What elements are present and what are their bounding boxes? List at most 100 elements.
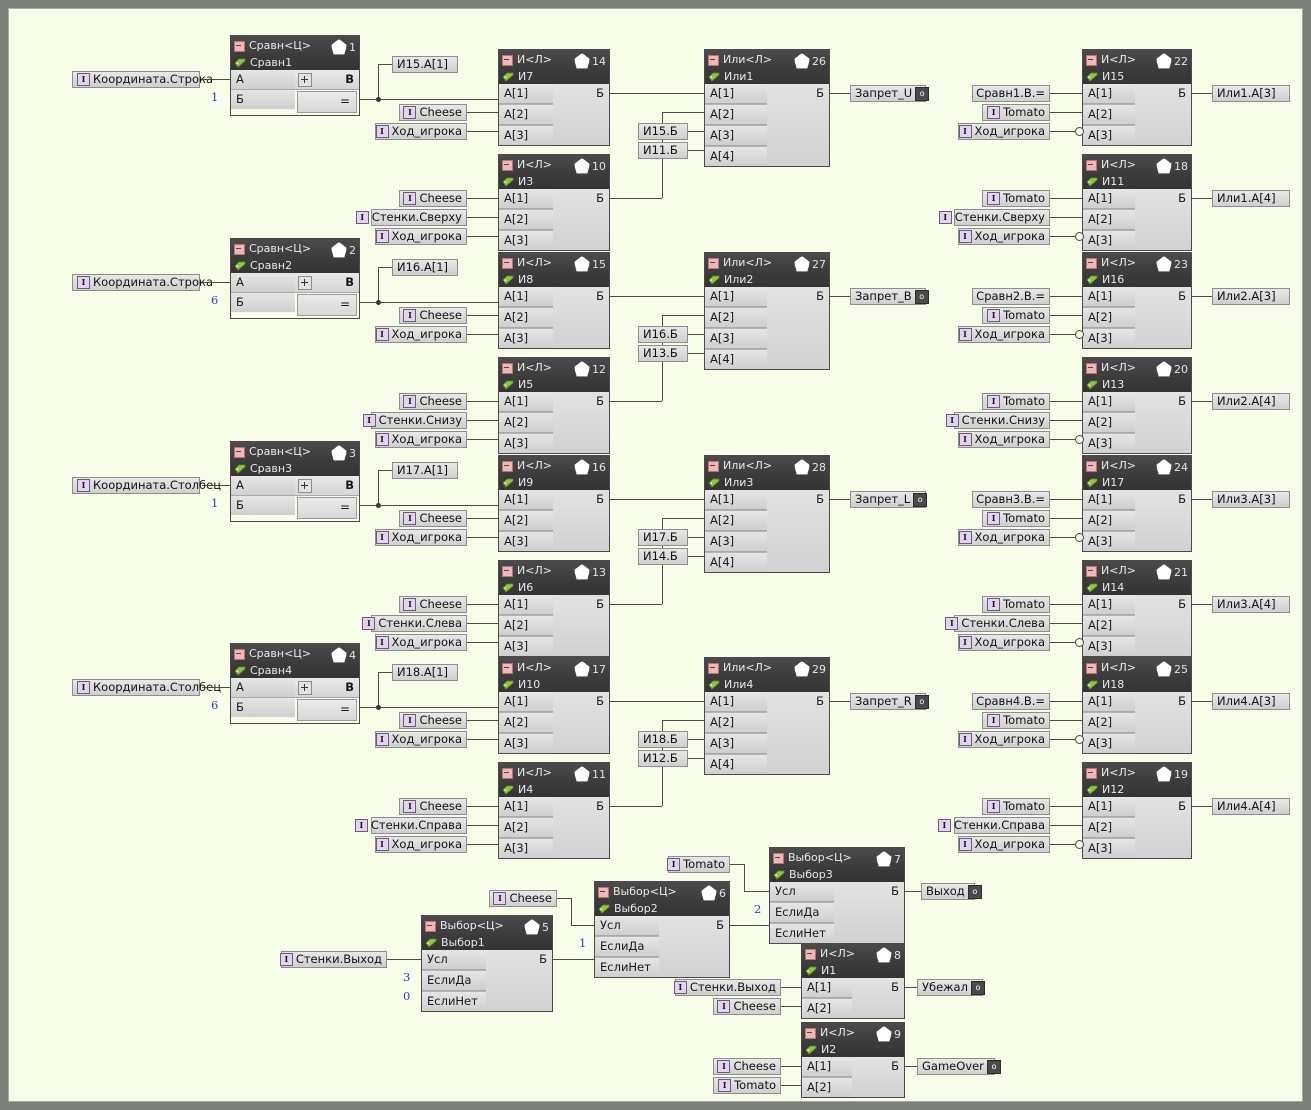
input-pin[interactable]: А[2]: [499, 307, 553, 328]
reference-label[interactable]: И12.Б: [638, 750, 688, 767]
input-pin[interactable]: А[1]: [1083, 189, 1135, 209]
constant-value[interactable]: 6: [211, 698, 218, 712]
logic-block-Или1[interactable]: Или<Л> Или1 26 А[1] А[2] А[3] А[4] Б: [704, 49, 830, 167]
comparator-output-b[interactable]: В: [345, 476, 354, 495]
comparator-block-Сравн4[interactable]: Сравн<Ц> Сравн4 4 А Б В =: [230, 643, 360, 724]
input-signal-Tomato[interactable]: I Tomato: [667, 856, 730, 873]
input-pin[interactable]: ЕслиДа: [422, 970, 486, 991]
input-pin[interactable]: А[1]: [1083, 84, 1135, 104]
input-signal-Cheese[interactable]: I Cheese: [399, 393, 467, 410]
reference-label[interactable]: Сравн3.В.=: [972, 491, 1050, 508]
constant-value[interactable]: 1: [211, 496, 218, 510]
input-signal-Tomato[interactable]: I Tomato: [982, 798, 1050, 815]
output-pin[interactable]: Б: [553, 287, 609, 306]
input-signal-Tomato[interactable]: I Tomato: [982, 712, 1050, 729]
input-pin[interactable]: А[1]: [705, 692, 767, 712]
output-pin[interactable]: Б: [553, 797, 609, 816]
input-pin[interactable]: ЕслиНет: [422, 991, 486, 1011]
block-header[interactable]: Или<Л> Или2 27: [705, 253, 829, 287]
comparator-input-a[interactable]: А: [231, 678, 295, 698]
input-signal-Координата.Столбец[interactable]: I Координата.Столбец: [72, 679, 221, 696]
output-signal-Запрет_B[interactable]: Запрет_B o: [850, 288, 929, 305]
input-pin[interactable]: А[2]: [802, 1077, 852, 1097]
input-pin[interactable]: А[3]: [499, 125, 553, 145]
input-pin[interactable]: А[1]: [499, 595, 553, 615]
input-pin[interactable]: А[2]: [1083, 209, 1135, 230]
input-signal-Ход_игрока[interactable]: I Ход_игрока: [375, 836, 467, 853]
output-signal-GameOver[interactable]: GameOver o: [917, 1058, 1001, 1075]
input-signal-Ход_игрока[interactable]: I Ход_игрока: [375, 529, 467, 546]
logic-block-Выбор2[interactable]: Выбор<Ц> Выбор2 6 Усл ЕслиДа ЕслиНет Б: [594, 881, 730, 978]
logic-block-И7[interactable]: И<Л> И7 14 А[1] А[2] А[3] Б: [498, 49, 610, 146]
reference-label[interactable]: Сравн1.В.=: [972, 85, 1050, 102]
input-signal-Стенки.Снизу[interactable]: I Стенки.Снизу: [945, 412, 1050, 429]
input-pin[interactable]: А[1]: [499, 392, 553, 412]
input-pin[interactable]: А[1]: [802, 1057, 852, 1077]
input-pin[interactable]: А[2]: [499, 615, 553, 636]
block-header[interactable]: Сравн<Ц> Сравн2 2: [231, 239, 359, 273]
input-signal-Cheese[interactable]: I Cheese: [399, 510, 467, 527]
collapse-minus-icon[interactable]: [1086, 54, 1097, 66]
comparator-block-Сравн3[interactable]: Сравн<Ц> Сравн3 3 А Б В =: [230, 441, 360, 522]
comparator-block-Сравн1[interactable]: Сравн<Ц> Сравн1 1 А Б В =: [230, 35, 360, 116]
logic-block-И16[interactable]: И<Л> И16 23 А[1] А[2] А[3] Б: [1082, 252, 1192, 349]
input-pin[interactable]: А[2]: [1083, 615, 1135, 636]
input-pin[interactable]: А[3]: [499, 328, 553, 348]
logic-block-Или4[interactable]: Или<Л> Или4 29 А[1] А[2] А[3] А[4] Б: [704, 657, 830, 775]
input-signal-Стенки.Снизу[interactable]: I Стенки.Снизу: [362, 412, 467, 429]
reference-label[interactable]: И16.А[1]: [392, 259, 458, 276]
block-header[interactable]: И<Л> И10 17: [499, 658, 609, 692]
input-signal-Координата.Строка[interactable]: I Координата.Строка: [72, 71, 213, 88]
block-header[interactable]: И<Л> И17 24: [1083, 456, 1191, 490]
input-signal-Ход_игрока[interactable]: I Ход_игрока: [958, 731, 1050, 748]
input-signal-Tomato[interactable]: I Tomato: [982, 190, 1050, 207]
output-pin[interactable]: Б: [1135, 490, 1191, 509]
input-signal-Ход_игрока[interactable]: I Ход_игрока: [958, 123, 1050, 140]
comparator-input-b[interactable]: Б: [231, 293, 295, 312]
input-signal-Стенки.Слева[interactable]: I Стенки.Слева: [945, 615, 1050, 632]
output-signal-Выход[interactable]: Выход o: [921, 883, 982, 900]
input-signal-Стенки.Справа[interactable]: I Стенки.Справа: [937, 817, 1050, 834]
input-pin[interactable]: А[3]: [1083, 230, 1135, 250]
input-pin[interactable]: Усл: [770, 882, 834, 902]
input-pin[interactable]: А[4]: [705, 552, 767, 572]
logic-block-И3[interactable]: И<Л> И3 10 А[1] А[2] А[3] Б: [498, 154, 610, 251]
block-header[interactable]: И<Л> И16 23: [1083, 253, 1191, 287]
input-pin[interactable]: А[1]: [1083, 392, 1135, 412]
input-signal-Cheese[interactable]: I Cheese: [713, 998, 781, 1015]
input-pin[interactable]: А[3]: [1083, 838, 1135, 858]
block-header[interactable]: Сравн<Ц> Сравн1 1: [231, 36, 359, 70]
input-signal-Cheese[interactable]: I Cheese: [399, 596, 467, 613]
logic-block-И4[interactable]: И<Л> И4 11 А[1] А[2] А[3] Б: [498, 762, 610, 859]
output-pin[interactable]: Б: [834, 882, 904, 901]
collapse-minus-icon[interactable]: [502, 257, 513, 269]
collapse-minus-icon[interactable]: [708, 54, 719, 66]
plus-icon[interactable]: [298, 681, 312, 695]
input-pin[interactable]: А[2]: [1083, 104, 1135, 125]
output-signal-Запрет_L[interactable]: Запрет_L o: [850, 491, 928, 508]
input-signal-Ход_игрока[interactable]: I Ход_игрока: [375, 731, 467, 748]
reference-label[interactable]: И15.Б: [638, 123, 688, 140]
input-pin[interactable]: ЕслиНет: [770, 923, 834, 943]
output-pin[interactable]: Б: [1135, 595, 1191, 614]
reference-label[interactable]: Сравн4.В.=: [972, 693, 1050, 710]
output-pin[interactable]: Б: [553, 189, 609, 208]
collapse-minus-icon[interactable]: [502, 565, 513, 577]
collapse-minus-icon[interactable]: [708, 460, 719, 472]
reference-label[interactable]: И18.А[1]: [392, 664, 458, 681]
input-pin[interactable]: А[1]: [499, 84, 553, 104]
logic-block-И14[interactable]: И<Л> И14 21 А[1] А[2] А[3] Б: [1082, 560, 1192, 657]
input-signal-Ход_игрока[interactable]: I Ход_игрока: [958, 634, 1050, 651]
input-signal-Ход_игрока[interactable]: I Ход_игрока: [375, 228, 467, 245]
reference-label[interactable]: Сравн2.В.=: [972, 288, 1050, 305]
input-pin[interactable]: А[2]: [1083, 510, 1135, 531]
constant-value[interactable]: 1: [211, 90, 218, 104]
input-pin[interactable]: А[1]: [499, 692, 553, 712]
output-pin[interactable]: Б: [767, 692, 829, 711]
input-pin[interactable]: А[2]: [1083, 412, 1135, 433]
comparator-input-a[interactable]: А: [231, 273, 295, 293]
input-pin[interactable]: А[3]: [1083, 733, 1135, 753]
input-pin[interactable]: А[2]: [1083, 817, 1135, 838]
block-header[interactable]: И<Л> И14 21: [1083, 561, 1191, 595]
logic-block-И15[interactable]: И<Л> И15 22 А[1] А[2] А[3] Б: [1082, 49, 1192, 146]
